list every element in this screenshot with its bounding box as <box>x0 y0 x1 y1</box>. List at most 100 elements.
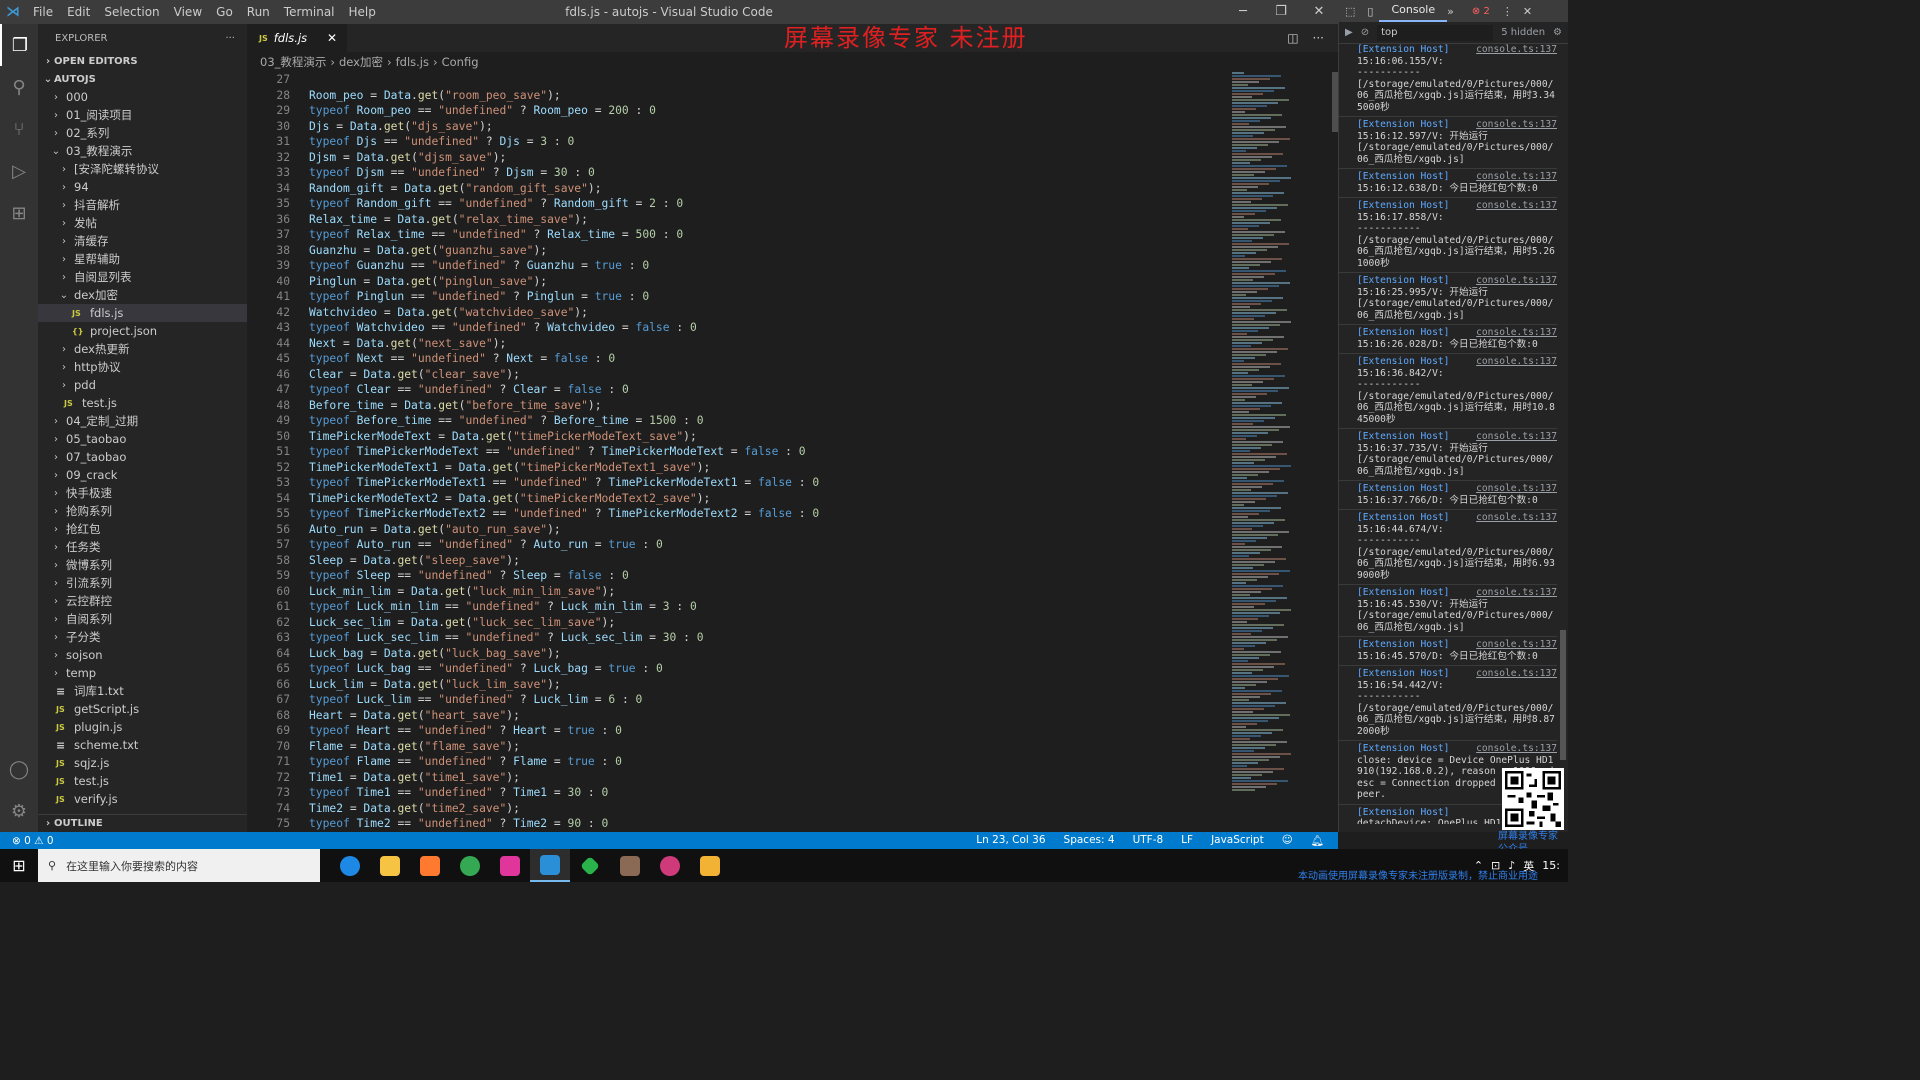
breadcrumb-item[interactable]: dex加密 <box>339 54 383 70</box>
tree-item[interactable]: › 05_taobao <box>38 430 247 448</box>
code-line[interactable]: 39 typeof Guanzhu == "undefined" ? Guanzh… <box>247 258 1232 274</box>
code-line[interactable]: 46 Clear = Data.get("clear_save"); <box>247 367 1232 383</box>
tree-item[interactable]: › 微博系列 <box>38 556 247 574</box>
tree-item[interactable]: › 快手极速 <box>38 484 247 502</box>
tree-item[interactable]: › 引流系列 <box>38 574 247 592</box>
green-diamond-icon[interactable] <box>570 849 610 882</box>
outline-section[interactable]: › OUTLINE <box>38 814 247 832</box>
split-editor-icon[interactable]: ◫ <box>1287 24 1298 52</box>
message-source-link[interactable]: console.ts:137 <box>1476 44 1557 56</box>
tree-item[interactable]: › 02_系列 <box>38 124 247 142</box>
code-line[interactable]: 49 typeof Before_time == "undefined" ? Be… <box>247 413 1232 429</box>
tree-item[interactable]: › 子分类 <box>38 628 247 646</box>
minimap[interactable] <box>1232 72 1332 832</box>
editor-more-icon[interactable]: ··· <box>1313 24 1324 52</box>
message-source-link[interactable]: console.ts:137 <box>1476 327 1557 339</box>
devtools-menu-icon[interactable]: ⋮ <box>1502 5 1513 18</box>
tree-item[interactable]: › 07_taobao <box>38 448 247 466</box>
code-line[interactable]: 75 typeof Time2 == "undefined" ? Time2 = … <box>247 816 1232 832</box>
file-explorer-icon[interactable] <box>370 849 410 882</box>
code-editor[interactable]: 27 28 Room_peo = Data.get("room_peo_save")… <box>247 72 1232 832</box>
user-photo-icon[interactable] <box>610 849 650 882</box>
tree-item[interactable]: JS verify.js <box>38 790 247 808</box>
tree-item[interactable]: › 抢红包 <box>38 520 247 538</box>
tree-item[interactable]: › 000 <box>38 88 247 106</box>
tab-fdls-js[interactable]: JS fdls.js ✕ <box>247 24 347 52</box>
open-editors-section[interactable]: › OPEN EDITORS <box>38 52 247 70</box>
code-line[interactable]: 57 typeof Auto_run == "undefined" ? Auto_… <box>247 537 1232 553</box>
language-mode[interactable]: JavaScript <box>1211 834 1264 847</box>
menu-item-help[interactable]: Help <box>342 0 383 24</box>
code-line[interactable]: 31 typeof Djs == "undefined" ? Djs = 3 : … <box>247 134 1232 150</box>
code-line[interactable]: 45 typeof Next == "undefined" ? Next = fa… <box>247 351 1232 367</box>
code-line[interactable]: 61 typeof Luck_min_lim == "undefined" ? L… <box>247 599 1232 615</box>
code-line[interactable]: 30 Djs = Data.get("djs_save"); <box>247 119 1232 135</box>
menu-item-terminal[interactable]: Terminal <box>277 0 342 24</box>
code-line[interactable]: 67 typeof Luck_lim == "undefined" ? Luck_… <box>247 692 1232 708</box>
code-line[interactable]: 53 typeof TimePickerModeText1 == "undefin… <box>247 475 1232 491</box>
cursor-position[interactable]: Ln 23, Col 36 <box>976 834 1045 847</box>
code-line[interactable]: 40 Pinglun = Data.get("pinglun_save"); <box>247 274 1232 290</box>
tree-item[interactable]: JS fdls.js <box>38 304 247 322</box>
restore-icon[interactable]: ❐ <box>1262 0 1300 24</box>
tree-item[interactable]: JS test.js <box>38 394 247 412</box>
search-icon[interactable]: ⚲ <box>0 66 38 108</box>
code-line[interactable]: 44 Next = Data.get("next_save"); <box>247 336 1232 352</box>
run-debug-icon[interactable]: ▷ <box>0 150 38 192</box>
code-line[interactable]: 70 Flame = Data.get("flame_save"); <box>247 739 1232 755</box>
feedback-icon[interactable]: ☺ <box>1282 834 1293 847</box>
close-tab-icon[interactable]: ✕ <box>327 31 337 45</box>
menu-item-go[interactable]: Go <box>209 0 240 24</box>
code-line[interactable]: 58 Sleep = Data.get("sleep_save"); <box>247 553 1232 569</box>
code-line[interactable]: 28 Room_peo = Data.get("room_peo_save"); <box>247 88 1232 104</box>
tree-item[interactable]: › dex热更新 <box>38 340 247 358</box>
code-line[interactable]: 56 Auto_run = Data.get("auto_run_save"); <box>247 522 1232 538</box>
tree-item[interactable]: › 任务类 <box>38 538 247 556</box>
sidebar-toggle-icon[interactable]: ▶ <box>1345 27 1353 38</box>
message-source-link[interactable]: console.ts:137 <box>1476 200 1557 212</box>
tree-item[interactable]: › 自阅系列 <box>38 610 247 628</box>
vscode-taskbar-icon[interactable] <box>530 849 570 882</box>
close-icon[interactable]: ✕ <box>1300 0 1338 24</box>
code-line[interactable]: 36 Relax_time = Data.get("relax_time_save… <box>247 212 1232 228</box>
code-line[interactable]: 50 TimePickerModeText = Data.get("timePic… <box>247 429 1232 445</box>
tree-item[interactable]: › pdd <box>38 376 247 394</box>
app-orange-icon[interactable] <box>410 849 450 882</box>
tree-item[interactable]: › 01_阅读项目 <box>38 106 247 124</box>
tree-item[interactable]: › 09_crack <box>38 466 247 484</box>
taskbar-search[interactable]: ⚲ 在这里输入你要搜索的内容 <box>38 849 320 882</box>
breadcrumb-item[interactable]: 03_教程演示 <box>260 54 326 70</box>
code-line[interactable]: 66 Luck_lim = Data.get("luck_lim_save"); <box>247 677 1232 693</box>
code-line[interactable]: 73 typeof Time1 == "undefined" ? Time1 = … <box>247 785 1232 801</box>
message-source-link[interactable]: console.ts:137 <box>1476 639 1557 651</box>
code-line[interactable]: 37 typeof Relax_time == "undefined" ? Rel… <box>247 227 1232 243</box>
workspace-root[interactable]: ⌄ AUTOJS <box>38 70 247 88</box>
notifications-icon[interactable]: 🔔︎ <box>1311 834 1324 847</box>
code-line[interactable]: 60 Luck_min_lim = Data.get("luck_min_lim_… <box>247 584 1232 600</box>
problems-status[interactable]: ⊗ 0 ⚠ 0 <box>12 835 54 847</box>
tree-item[interactable]: › [安泽陀螺转协议 <box>38 160 247 178</box>
code-line[interactable]: 27 <box>247 72 1232 88</box>
tree-item[interactable]: › 发帖 <box>38 214 247 232</box>
tree-item[interactable]: › 抢购系列 <box>38 502 247 520</box>
code-line[interactable]: 43 typeof Watchvideo == "undefined" ? Wat… <box>247 320 1232 336</box>
message-source-link[interactable]: console.ts:137 <box>1476 587 1557 599</box>
tree-item[interactable]: JS test.js <box>38 772 247 790</box>
menu-item-view[interactable]: View <box>167 0 209 24</box>
code-line[interactable]: 62 Luck_sec_lim = Data.get("luck_sec_lim_… <box>247 615 1232 631</box>
code-line[interactable]: 38 Guanzhu = Data.get("guanzhu_save"); <box>247 243 1232 259</box>
eol[interactable]: LF <box>1181 834 1193 847</box>
context-select[interactable]: top <box>1377 24 1494 41</box>
message-source-link[interactable]: console.ts:137 <box>1476 512 1557 524</box>
tree-item[interactable]: › 星帮辅助 <box>38 250 247 268</box>
code-line[interactable]: 64 Luck_bag = Data.get("luck_bag_save"); <box>247 646 1232 662</box>
clear-console-icon[interactable]: ⊘ <box>1361 27 1369 38</box>
code-line[interactable]: 59 typeof Sleep == "undefined" ? Sleep = … <box>247 568 1232 584</box>
tree-item[interactable]: {} project.json <box>38 322 247 340</box>
message-source-link[interactable]: console.ts:137 <box>1476 431 1557 443</box>
console-settings-icon[interactable]: ⚙ <box>1553 27 1562 38</box>
code-line[interactable]: 71 typeof Flame == "undefined" ? Flame = … <box>247 754 1232 770</box>
code-line[interactable]: 68 Heart = Data.get("heart_save"); <box>247 708 1232 724</box>
message-source-link[interactable]: console.ts:137 <box>1476 483 1557 495</box>
clock[interactable]: 15: <box>1542 859 1560 872</box>
